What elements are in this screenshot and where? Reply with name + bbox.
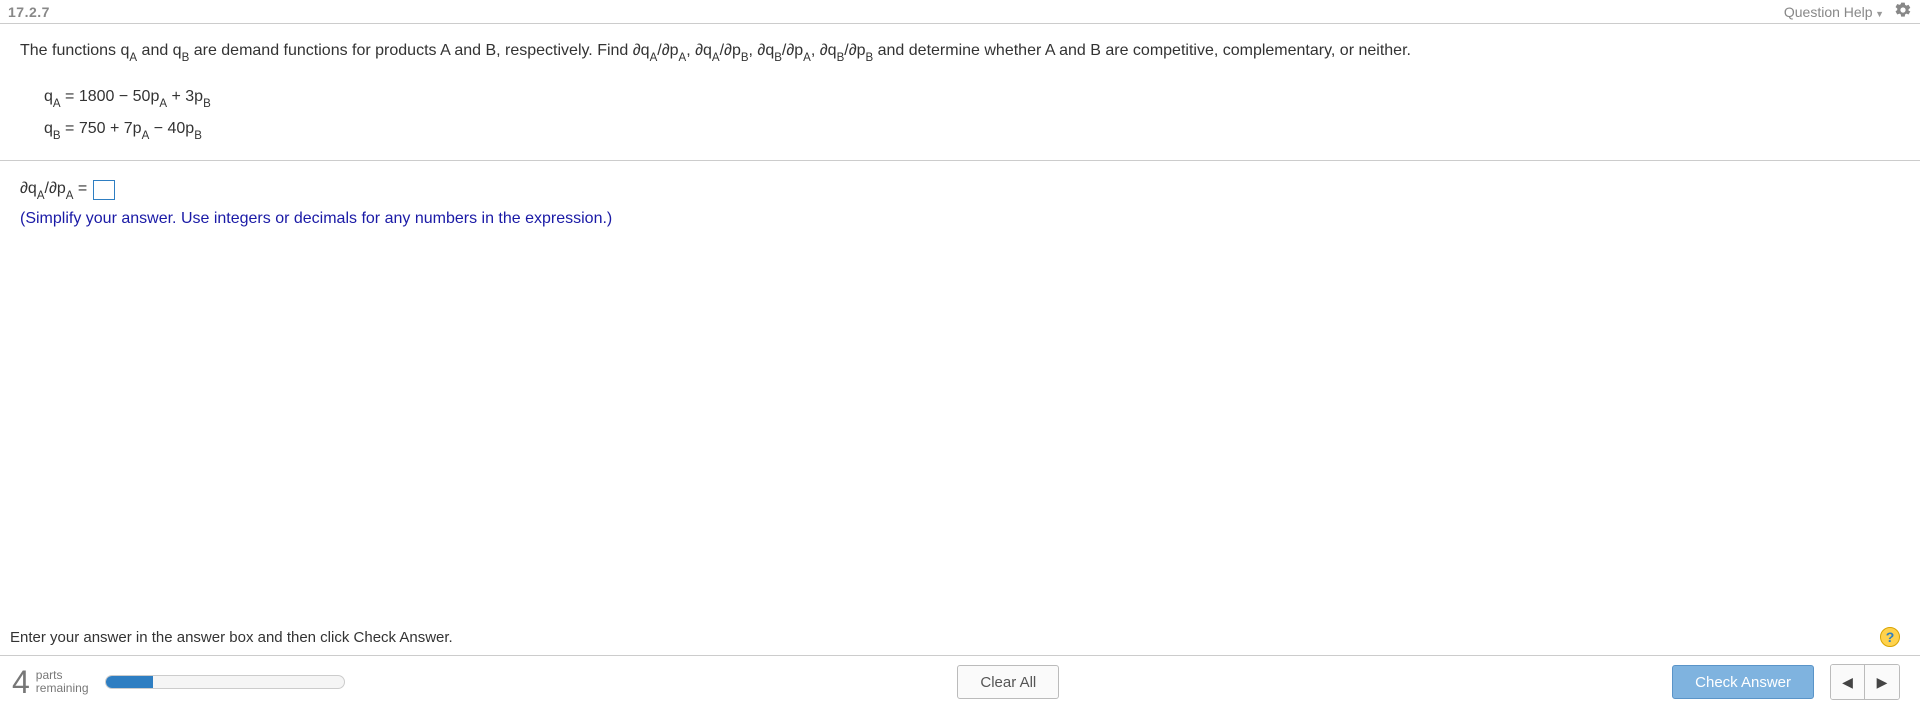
subscript: B xyxy=(182,52,190,64)
subscript: A xyxy=(129,52,137,64)
answer-area: ∂qA/∂pA = (Simplify your answer. Use int… xyxy=(0,161,1920,248)
gear-icon[interactable] xyxy=(1894,1,1912,22)
nav-buttons: ◀ ▶ xyxy=(1830,664,1900,700)
text: , ∂q xyxy=(749,42,775,59)
text: are demand functions for products A and … xyxy=(189,42,649,59)
text: q xyxy=(44,88,53,105)
subscript: A xyxy=(712,52,720,64)
footer-bar: 4 parts remaining Clear All Check Answer… xyxy=(0,656,1920,710)
subscript: A xyxy=(650,52,658,64)
answer-input[interactable] xyxy=(93,180,115,200)
subscript: A xyxy=(159,98,167,110)
parts-count: 4 xyxy=(12,666,30,698)
subscript: A xyxy=(142,130,150,142)
subscript: A xyxy=(679,52,687,64)
text: /∂p xyxy=(45,180,66,197)
instruction-text: Enter your answer in the answer box and … xyxy=(10,629,453,646)
text: ∂q xyxy=(20,180,37,197)
text: remaining xyxy=(36,682,89,695)
answer-prompt: ∂qA/∂pA = xyxy=(20,175,1900,205)
text: , ∂q xyxy=(811,42,837,59)
text: /∂p xyxy=(657,42,678,59)
prev-button[interactable]: ◀ xyxy=(1831,665,1865,699)
subscript: B xyxy=(53,130,61,142)
subscript: B xyxy=(203,98,211,110)
subscript: A xyxy=(803,52,811,64)
subscript: B xyxy=(741,52,749,64)
text: and determine whether A and B are compet… xyxy=(873,42,1411,59)
answer-hint: (Simplify your answer. Use integers or d… xyxy=(20,205,1900,234)
text: /∂p xyxy=(720,42,741,59)
subscript: B xyxy=(866,52,874,64)
text: = xyxy=(73,180,87,197)
subscript: B xyxy=(194,130,202,142)
equation-qB: qB = 750 + 7pA − 40pB xyxy=(44,114,1900,146)
text: /∂p xyxy=(844,42,865,59)
text: and q xyxy=(137,42,181,59)
text: + 3p xyxy=(167,88,203,105)
subscript: B xyxy=(774,52,782,64)
text: , ∂q xyxy=(686,42,712,59)
check-answer-button[interactable]: Check Answer xyxy=(1672,665,1814,699)
help-icon[interactable]: ? xyxy=(1880,627,1900,647)
next-button[interactable]: ▶ xyxy=(1865,665,1899,699)
problem-statement: The functions qA and qB are demand funct… xyxy=(0,24,1920,78)
content-area: The functions qA and qB are demand funct… xyxy=(0,24,1920,710)
text: = 750 + 7p xyxy=(61,120,142,137)
subscript: A xyxy=(66,190,74,202)
text: The functions q xyxy=(20,42,129,59)
text: q xyxy=(44,120,53,137)
clear-all-button[interactable]: Clear All xyxy=(957,665,1059,699)
subscript: A xyxy=(37,190,45,202)
progress-bar xyxy=(105,675,345,689)
text: = 1800 − 50p xyxy=(61,88,160,105)
equation-qA: qA = 1800 − 50pA + 3pB xyxy=(44,82,1900,114)
text: − 40p xyxy=(149,120,194,137)
subscript: B xyxy=(837,52,845,64)
section-number: 17.2.7 xyxy=(8,4,50,20)
subscript: A xyxy=(53,98,61,110)
equations: qA = 1800 − 50pA + 3pB qB = 750 + 7pA − … xyxy=(0,78,1920,161)
text: /∂p xyxy=(782,42,803,59)
top-bar: 17.2.7 Question Help xyxy=(0,0,1920,24)
question-help-dropdown[interactable]: Question Help xyxy=(1784,4,1884,20)
parts-remaining: 4 parts remaining xyxy=(12,666,89,698)
progress-fill xyxy=(106,676,154,688)
